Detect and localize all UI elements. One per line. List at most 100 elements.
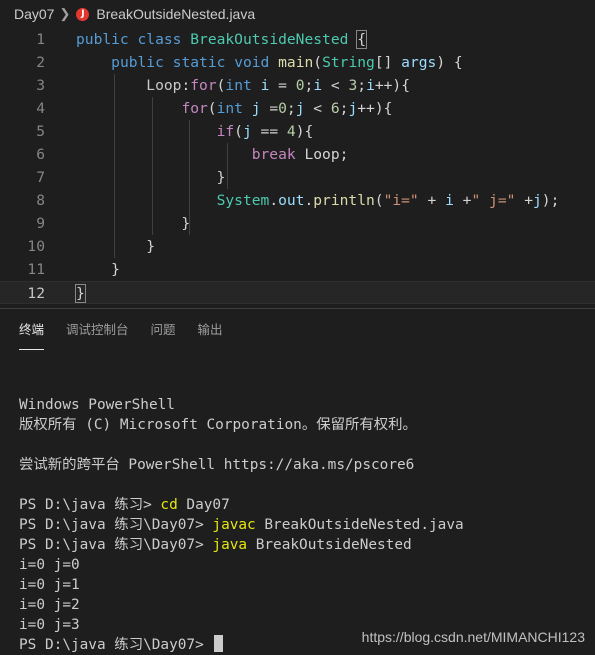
code-line[interactable]: 1 public class BreakOutsideNested {: [0, 28, 595, 51]
terminal-text: 版权所有 (C) Microsoft Corporation。保留所有权利。: [19, 417, 417, 433]
code-token: args: [401, 54, 437, 71]
line-number: 4: [36, 100, 45, 117]
code-token: " j=": [471, 192, 516, 209]
code-line[interactable]: 3 Loop:for(int i = 0;i < 3;i++){: [0, 74, 595, 97]
code-token: void: [234, 54, 270, 71]
line-number: 2: [36, 54, 45, 71]
code-token: public: [111, 54, 164, 71]
code-token: =: [269, 77, 296, 94]
code-line[interactable]: 4 for(int j =0;j < 6;j++){: [0, 97, 595, 120]
watermark: https://blog.csdn.net/MIMANCHI123: [361, 629, 585, 645]
code-token: ;: [304, 77, 314, 94]
terminal-text: BreakOutsideNested.java: [255, 517, 464, 533]
code-token: public: [76, 31, 129, 48]
terminal-command: cd: [160, 497, 178, 513]
code-token: 0: [278, 100, 287, 117]
code-token: if: [216, 123, 235, 140]
line-number: 8: [36, 192, 45, 209]
line-number: 11: [27, 261, 45, 278]
terminal-line: 版权所有 (C) Microsoft Corporation。保留所有权利。: [19, 415, 464, 435]
code-token: );: [541, 192, 560, 209]
code-line[interactable]: 7 }: [0, 166, 595, 189]
code-token: +: [453, 192, 472, 209]
panel-divider: [0, 308, 595, 309]
line-number: 3: [36, 77, 45, 94]
code-line[interactable]: 6 break Loop;: [0, 143, 595, 166]
code-line[interactable]: 10 }: [0, 235, 595, 258]
line-number: 5: [36, 123, 45, 140]
code-token: out: [278, 192, 305, 209]
code-token: (: [374, 192, 384, 209]
line-number: 10: [27, 238, 45, 255]
code-token: <: [322, 77, 349, 94]
code-token: main: [278, 54, 314, 71]
code-token: for: [190, 77, 217, 94]
terminal-text: PS D:\java 练习>: [19, 497, 161, 513]
terminal-line: i=0 j=0: [19, 555, 464, 575]
code-token: break: [251, 146, 296, 163]
terminal-text: 尝试新的跨平台 PowerShell https://aka.ms/pscore…: [19, 457, 415, 473]
terminal-text: i=0 j=2: [19, 597, 80, 613]
code-token: i: [313, 77, 323, 94]
code-text: Loop:for(int i = 0;i < 3;i++){: [76, 74, 410, 97]
terminal-output[interactable]: Windows PowerShell 版权所有 (C) Microsoft Cor…: [19, 395, 464, 655]
breadcrumb-folder[interactable]: Day07: [14, 6, 54, 22]
breadcrumb-file[interactable]: BreakOutsideNested.java: [96, 6, 255, 22]
code-token: .: [304, 192, 314, 209]
code-line[interactable]: 12}: [0, 281, 595, 304]
terminal-line: i=0 j=1: [19, 575, 464, 595]
code-line[interactable]: 11 }: [0, 258, 595, 281]
code-token: System: [216, 192, 270, 209]
code-text: }: [76, 212, 190, 235]
code-text: }: [76, 258, 120, 281]
terminal-line: 尝试新的跨平台 PowerShell https://aka.ms/pscore…: [19, 455, 464, 475]
code-token: 6: [330, 100, 340, 117]
terminal-text: BreakOutsideNested: [247, 537, 412, 553]
code-text: }: [76, 166, 226, 189]
line-number: 7: [36, 169, 45, 186]
code-token: <: [304, 100, 331, 117]
tab-terminal[interactable]: 终端: [19, 319, 45, 350]
terminal-line: Windows PowerShell: [19, 395, 464, 415]
code-token: :: [181, 77, 191, 94]
terminal-text: i=0 j=3: [19, 617, 80, 633]
code-text: }: [75, 282, 86, 305]
terminal-cursor: [214, 635, 224, 652]
terminal-text: i=0 j=0: [19, 557, 80, 573]
code-token: .: [269, 192, 279, 209]
code-token: println: [313, 192, 375, 209]
tab-output[interactable]: 输出: [198, 319, 223, 342]
code-token: for: [181, 100, 208, 117]
tab-debug-console[interactable]: 调试控制台: [66, 319, 129, 342]
code-token: ==: [251, 123, 287, 140]
code-token: int: [216, 100, 243, 117]
code-token: ++){: [374, 77, 411, 94]
terminal-line: PS D:\java 练习\Day07> javac BreakOutsideN…: [19, 515, 464, 535]
code-token: 4: [286, 123, 296, 140]
code-token: Loop;: [295, 146, 349, 163]
code-token: ++){: [357, 100, 393, 117]
code-token: j: [295, 100, 305, 117]
terminal-line: PS D:\java 练习\Day07> java BreakOutsideNe…: [19, 535, 464, 555]
code-token: String: [322, 54, 375, 71]
code-token: j: [251, 100, 261, 117]
terminal-text: PS D:\java 练习\Day07>: [19, 537, 213, 553]
code-token: Loop: [146, 77, 182, 94]
code-line[interactable]: 2 public static void main(String[] args)…: [0, 51, 595, 74]
code-line[interactable]: 9 }: [0, 212, 595, 235]
code-text: break Loop;: [76, 143, 349, 166]
code-token: i: [366, 77, 375, 94]
code-editor[interactable]: 1 public class BreakOutsideNested {2 publ…: [0, 28, 595, 304]
code-token: +: [515, 192, 533, 209]
code-line[interactable]: 5 if(j == 4){: [0, 120, 595, 143]
code-line[interactable]: 8 System.out.println("i=" + i +" j=" +j)…: [0, 189, 595, 212]
code-token: "i=": [383, 192, 419, 209]
tab-problems[interactable]: 问题: [151, 319, 176, 342]
